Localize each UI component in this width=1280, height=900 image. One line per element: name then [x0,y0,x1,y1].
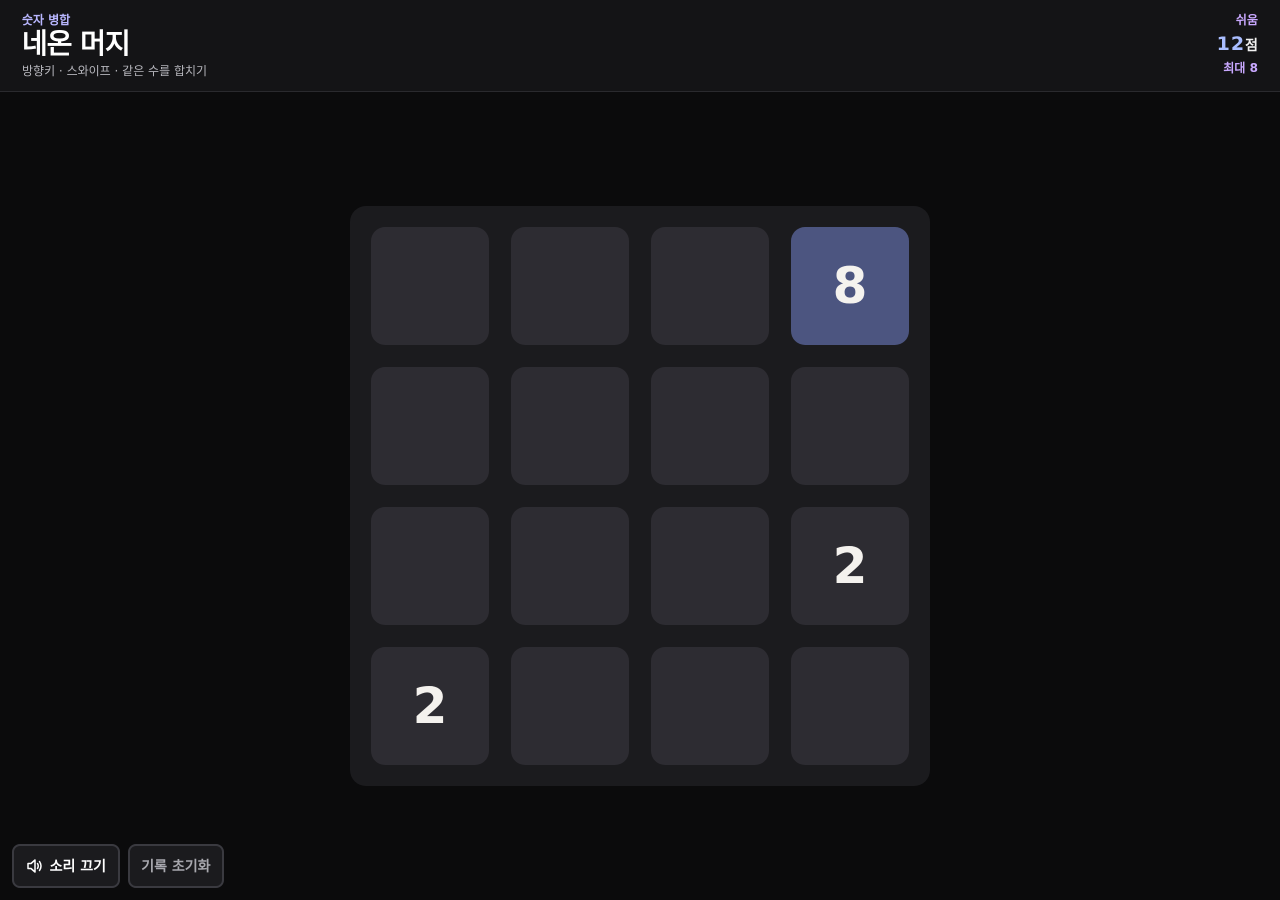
controls-hint: 방향키 · 스와이프 · 같은 수를 합치기 [22,64,208,78]
reset-record-label: 기록 초기화 [141,859,211,875]
tile-r3-c3 [651,507,769,625]
game-board[interactable]: 8 2 2 [350,206,930,786]
tile-r4-c2 [511,647,629,765]
tile-r1-c4: 8 [791,227,909,345]
tile-r4-c3 [651,647,769,765]
tile-r3-c2 [511,507,629,625]
header-left: 숫자 병합 네온 머지 방향키 · 스와이프 · 같은 수를 합치기 [22,12,207,80]
tile-r4-c1: 2 [371,647,489,765]
tile-r1-c1 [371,227,489,345]
tile-r2-c4 [791,367,909,485]
tile-r2-c1 [371,367,489,485]
reset-record-button[interactable]: 기록 초기화 [128,844,224,888]
header-bar: 숫자 병합 네온 머지 방향키 · 스와이프 · 같은 수를 합치기 쉬움 12… [0,0,1280,92]
tile-r2-c2 [511,367,629,485]
best-tile-label: 최대 8 [1223,61,1258,75]
tile-r1-c2 [511,227,629,345]
score-display: 12점 [1217,32,1258,58]
score-unit: 점 [1245,38,1258,54]
difficulty-label: 쉬움 [1235,13,1258,27]
page-title: 네온 머지 [22,27,131,60]
score-value: 12 [1216,33,1246,55]
mute-sound-label: 소리 끄기 [49,859,107,875]
tile-r3-c1 [371,507,489,625]
tile-r3-c4: 2 [791,507,909,625]
header-right: 쉬움 12점 최대 8 [1217,12,1258,76]
game-category: 숫자 병합 [22,13,71,27]
mute-sound-button[interactable]: 소리 끄기 [12,844,120,888]
speaker-icon [26,858,44,874]
tile-r2-c3 [651,367,769,485]
tile-r1-c3 [651,227,769,345]
tile-r4-c4 [791,647,909,765]
